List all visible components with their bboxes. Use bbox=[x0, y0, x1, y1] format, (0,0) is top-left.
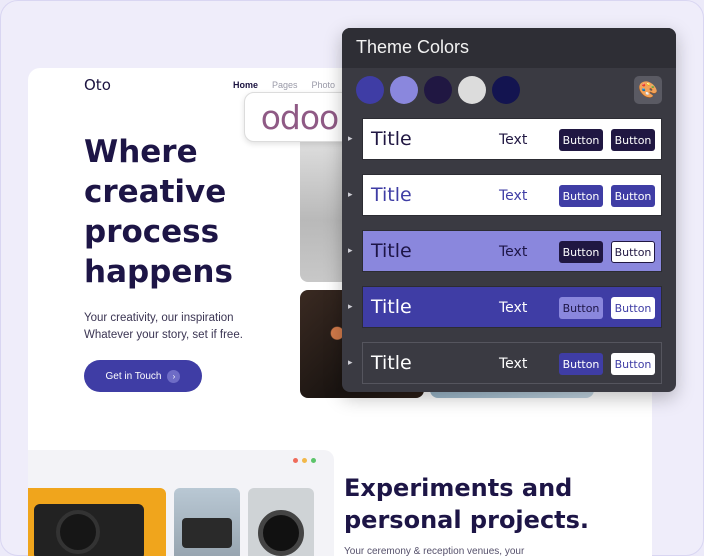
site-nav: Home Pages Photo bbox=[233, 80, 335, 90]
caret-right-icon: ▸ bbox=[348, 245, 353, 255]
hero-sub-line-1: Your creativity, our inspiration bbox=[84, 312, 234, 324]
section-subtitle: Your ceremony & reception venues, your bbox=[344, 546, 525, 556]
panel-title: Theme Colors bbox=[342, 28, 676, 68]
palette-icon: 🎨 bbox=[638, 82, 658, 99]
preset-button-secondary[interactable]: Button bbox=[611, 297, 655, 319]
color-swatch-1[interactable] bbox=[356, 76, 384, 104]
preset-text: Text bbox=[499, 132, 528, 148]
hero-sub-line-2: Whatever your story, set if free. bbox=[84, 329, 243, 341]
color-preset-5[interactable]: ▸ Title Text Button Button bbox=[348, 342, 662, 384]
preset-title: Title bbox=[371, 184, 412, 206]
preset-text: Text bbox=[499, 244, 528, 260]
odoo-logo: odoo bbox=[244, 92, 355, 142]
caret-right-icon: ▸ bbox=[348, 301, 353, 311]
color-preset-3[interactable]: ▸ Title Text Button Button bbox=[348, 230, 662, 272]
window-dots bbox=[293, 458, 316, 463]
preset-title: Title bbox=[371, 296, 412, 318]
gallery-image-camera bbox=[28, 488, 166, 556]
preset-button-secondary[interactable]: Button bbox=[611, 129, 655, 151]
preset-button-primary[interactable]: Button bbox=[559, 129, 603, 151]
gallery-image-lens bbox=[248, 488, 314, 556]
caret-right-icon: ▸ bbox=[348, 357, 353, 367]
preset-text: Text bbox=[499, 356, 528, 372]
preset-button-secondary[interactable]: Button bbox=[611, 185, 655, 207]
preset-button-secondary[interactable]: Button bbox=[611, 353, 655, 375]
caret-right-icon: ▸ bbox=[348, 133, 353, 143]
get-in-touch-button[interactable]: Get in Touch › bbox=[84, 360, 202, 392]
preset-button-primary[interactable]: Button bbox=[559, 185, 603, 207]
nav-pages[interactable]: Pages bbox=[272, 80, 298, 90]
color-preset-2[interactable]: ▸ Title Text Button Button bbox=[348, 174, 662, 216]
preset-button-primary[interactable]: Button bbox=[559, 297, 603, 319]
preset-title: Title bbox=[371, 128, 412, 150]
site-logo[interactable]: Oto bbox=[84, 76, 111, 94]
arrow-right-icon: › bbox=[167, 369, 181, 383]
color-swatches bbox=[356, 76, 520, 104]
color-swatch-4[interactable] bbox=[458, 76, 486, 104]
hero-subtitle: Your creativity, our inspiration Whateve… bbox=[84, 310, 243, 344]
preset-text: Text bbox=[499, 300, 528, 316]
palette-button[interactable]: 🎨 bbox=[634, 76, 662, 104]
preset-text: Text bbox=[499, 188, 528, 204]
caret-right-icon: ▸ bbox=[348, 189, 353, 199]
color-swatch-5[interactable] bbox=[492, 76, 520, 104]
nav-home[interactable]: Home bbox=[233, 80, 258, 90]
odoo-logo-text: odoo bbox=[260, 97, 340, 137]
gallery-card bbox=[28, 450, 334, 556]
preset-button-secondary[interactable]: Button bbox=[611, 241, 655, 263]
color-swatch-2[interactable] bbox=[390, 76, 418, 104]
color-swatch-3[interactable] bbox=[424, 76, 452, 104]
preset-button-primary[interactable]: Button bbox=[559, 353, 603, 375]
theme-colors-panel: Theme Colors 🎨 ▸ Title Text Button Butto… bbox=[342, 28, 676, 392]
section-title: Experiments and personal projects. bbox=[344, 474, 590, 534]
preset-button-primary[interactable]: Button bbox=[559, 241, 603, 263]
preset-title: Title bbox=[371, 352, 412, 374]
gallery-image-film-camera bbox=[174, 488, 240, 556]
cta-label: Get in Touch bbox=[105, 370, 162, 382]
preset-title: Title bbox=[371, 240, 412, 262]
color-preset-4[interactable]: ▸ Title Text Button Button bbox=[348, 286, 662, 328]
color-preset-1[interactable]: ▸ Title Text Button Button bbox=[348, 118, 662, 160]
hero-title: Where creative process happens bbox=[84, 134, 233, 290]
nav-photo[interactable]: Photo bbox=[312, 80, 336, 90]
